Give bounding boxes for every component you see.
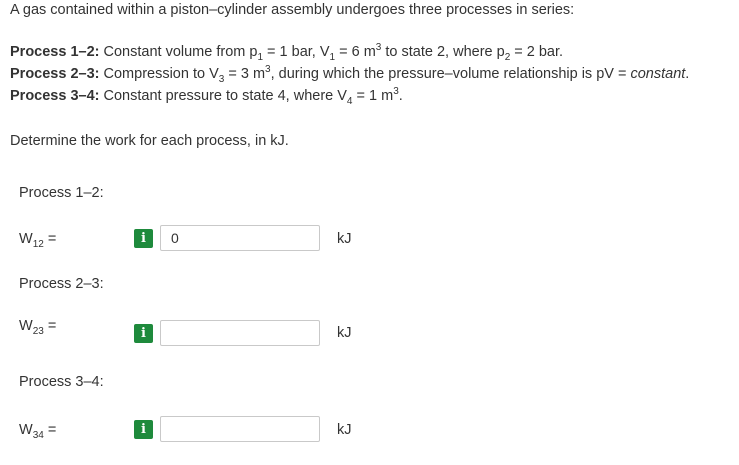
w23-unit: kJ — [337, 325, 352, 341]
p23-text: . — [685, 66, 690, 82]
info-icon[interactable]: i — [134, 420, 153, 439]
p23-italic: constant — [630, 66, 686, 82]
process-2-3-description: Process 2–3: Compression to V3 = 3 m3, d… — [10, 64, 690, 85]
var-main: W — [19, 318, 33, 334]
var-main: W — [19, 231, 33, 247]
question-text: Determine the work for each process, in … — [10, 133, 289, 149]
p12-text: Constant volume from p — [99, 44, 258, 60]
p34-text: . — [398, 88, 403, 104]
w12-label: W12 = — [19, 229, 56, 249]
problem-intro: A gas contained within a piston–cylinder… — [10, 2, 575, 18]
w34-unit: kJ — [337, 422, 352, 438]
w12-answer-input[interactable] — [160, 225, 320, 251]
p23-text: Compression to V — [99, 66, 219, 82]
info-icon[interactable]: i — [134, 229, 153, 248]
process-3-4-label: Process 3–4: — [10, 88, 100, 104]
info-icon[interactable]: i — [134, 324, 153, 343]
p34-text: = 1 m — [352, 88, 394, 104]
w23-answer-input[interactable] — [160, 320, 320, 346]
var-sub: 34 — [32, 429, 44, 441]
var-sub: 12 — [32, 238, 44, 250]
w12-unit: kJ — [337, 231, 352, 247]
var-sub: 23 — [32, 325, 44, 337]
p12-text: = 1 bar, V — [263, 44, 330, 60]
w34-label: W34 = — [19, 420, 56, 440]
process-2-3-label: Process 2–3: — [10, 66, 100, 82]
var-equals: = — [43, 422, 57, 438]
var-equals: = — [43, 318, 57, 334]
p23-text: , during which the pressure–volume relat… — [270, 66, 631, 82]
p12-text: = 6 m — [335, 44, 376, 60]
p23-text: = 3 m — [224, 66, 266, 82]
answer-section-title: Process 1–2: — [19, 185, 104, 201]
var-equals: = — [43, 231, 57, 247]
process-1-2-description: Process 1–2: Constant volume from p1 = 1… — [10, 42, 564, 63]
process-1-2-label: Process 1–2: — [10, 44, 100, 60]
w34-answer-input[interactable] — [160, 416, 320, 442]
answer-section-title: Process 2–3: — [19, 276, 104, 292]
w23-label: W23 = — [19, 316, 56, 336]
answer-section-title: Process 3–4: — [19, 374, 104, 390]
p12-text: = 2 bar. — [510, 44, 564, 60]
p12-text: to state 2, where p — [381, 44, 505, 60]
p34-text: Constant pressure to state 4, where V — [99, 88, 347, 104]
var-main: W — [19, 422, 33, 438]
process-3-4-description: Process 3–4: Constant pressure to state … — [10, 86, 403, 107]
